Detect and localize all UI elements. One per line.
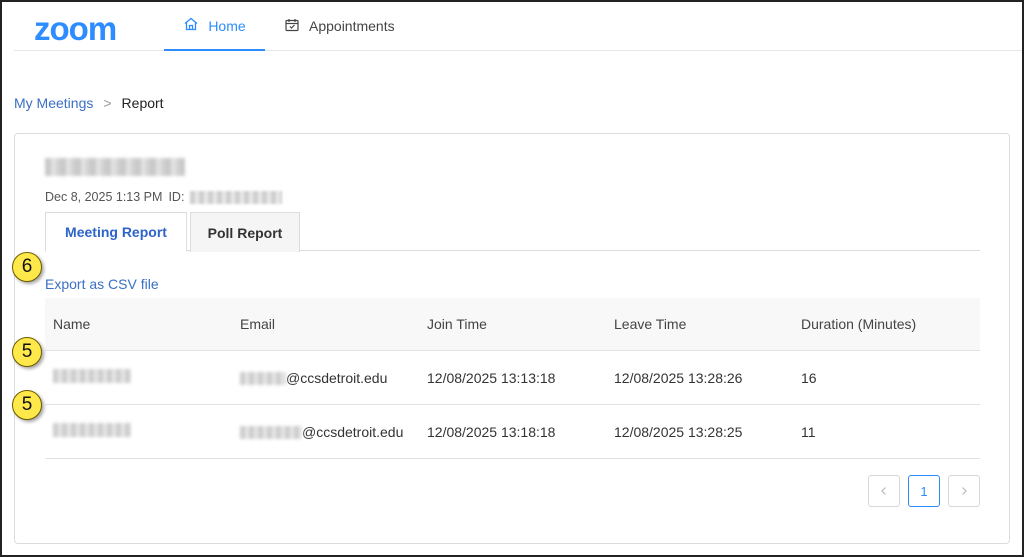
nav-appointments-label: Appointments: [309, 18, 395, 34]
meeting-id-label: ID:: [168, 190, 185, 204]
column-header-email: Email: [240, 316, 276, 332]
nav-home[interactable]: Home: [164, 2, 265, 51]
name-redacted: [53, 423, 131, 437]
calendar-icon: [284, 17, 300, 36]
participant-email: @ccsdetroit.edu: [232, 370, 419, 386]
page-button-current[interactable]: 1: [908, 475, 940, 507]
meeting-meta: Dec 8, 2025 1:13 PM ID:: [45, 190, 283, 204]
tab-meeting-report[interactable]: Meeting Report: [45, 212, 187, 252]
join-time: 12/08/2025 13:13:18: [427, 369, 556, 386]
meeting-topic-redacted: [45, 158, 185, 176]
nav-home-label: Home: [208, 17, 246, 34]
callout-badge: 5: [12, 390, 42, 420]
join-time: 12/08/2025 13:18:18: [427, 423, 556, 440]
column-header-duration: Duration (Minutes): [801, 316, 917, 332]
zoom-logo[interactable]: zoom: [34, 10, 117, 48]
meeting-id-redacted: [190, 190, 283, 204]
chevron-right-icon: [962, 487, 967, 495]
pagination: 1: [868, 475, 980, 507]
email-domain: @ccsdetroit.edu: [302, 423, 404, 440]
table-header: Name Email Join Time Leave Time Duration…: [45, 298, 980, 351]
participants-table: Name Email Join Time Leave Time Duration…: [45, 298, 980, 459]
report-card: Dec 8, 2025 1:13 PM ID: Meeting Report P…: [14, 133, 1010, 544]
breadcrumb: My Meetings > Report: [14, 95, 164, 111]
participant-email: @ccsdetroit.edu: [232, 424, 419, 440]
duration: 11: [801, 423, 816, 440]
breadcrumb-current: Report: [121, 95, 164, 111]
column-header-name: Name: [53, 316, 91, 332]
duration: 16: [801, 369, 817, 386]
top-navigation: zoom Home Appointments: [14, 2, 1022, 51]
participant-name: [45, 423, 232, 440]
nav-appointments[interactable]: Appointments: [284, 2, 395, 50]
export-csv-link[interactable]: Export as CSV file: [45, 276, 159, 292]
meeting-date-time: Dec 8, 2025 1:13 PM: [45, 190, 163, 204]
breadcrumb-separator: >: [103, 95, 112, 111]
leave-time: 12/08/2025 13:28:26: [614, 369, 743, 386]
home-icon: [183, 16, 199, 35]
report-tabs: Meeting Report Poll Report: [45, 212, 980, 252]
tab-poll-report[interactable]: Poll Report: [190, 212, 300, 252]
email-user-redacted: [240, 426, 302, 440]
table-row: @ccsdetroit.edu 12/08/2025 13:18:18 12/0…: [45, 405, 980, 459]
table-row: @ccsdetroit.edu 12/08/2025 13:13:18 12/0…: [45, 351, 980, 405]
name-redacted: [53, 369, 131, 383]
callout-badge: 6: [12, 252, 42, 282]
leave-time: 12/08/2025 13:28:25: [614, 423, 743, 440]
participant-name: [45, 369, 232, 386]
next-page-button[interactable]: [948, 475, 980, 507]
email-domain: @ccsdetroit.edu: [286, 369, 388, 386]
callout-badge: 5: [12, 337, 42, 367]
email-user-redacted: [240, 372, 286, 386]
column-header-join-time: Join Time: [427, 316, 487, 332]
column-header-leave-time: Leave Time: [614, 316, 687, 332]
chevron-left-icon: [881, 487, 886, 495]
breadcrumb-my-meetings[interactable]: My Meetings: [14, 95, 93, 111]
prev-page-button[interactable]: [868, 475, 900, 507]
